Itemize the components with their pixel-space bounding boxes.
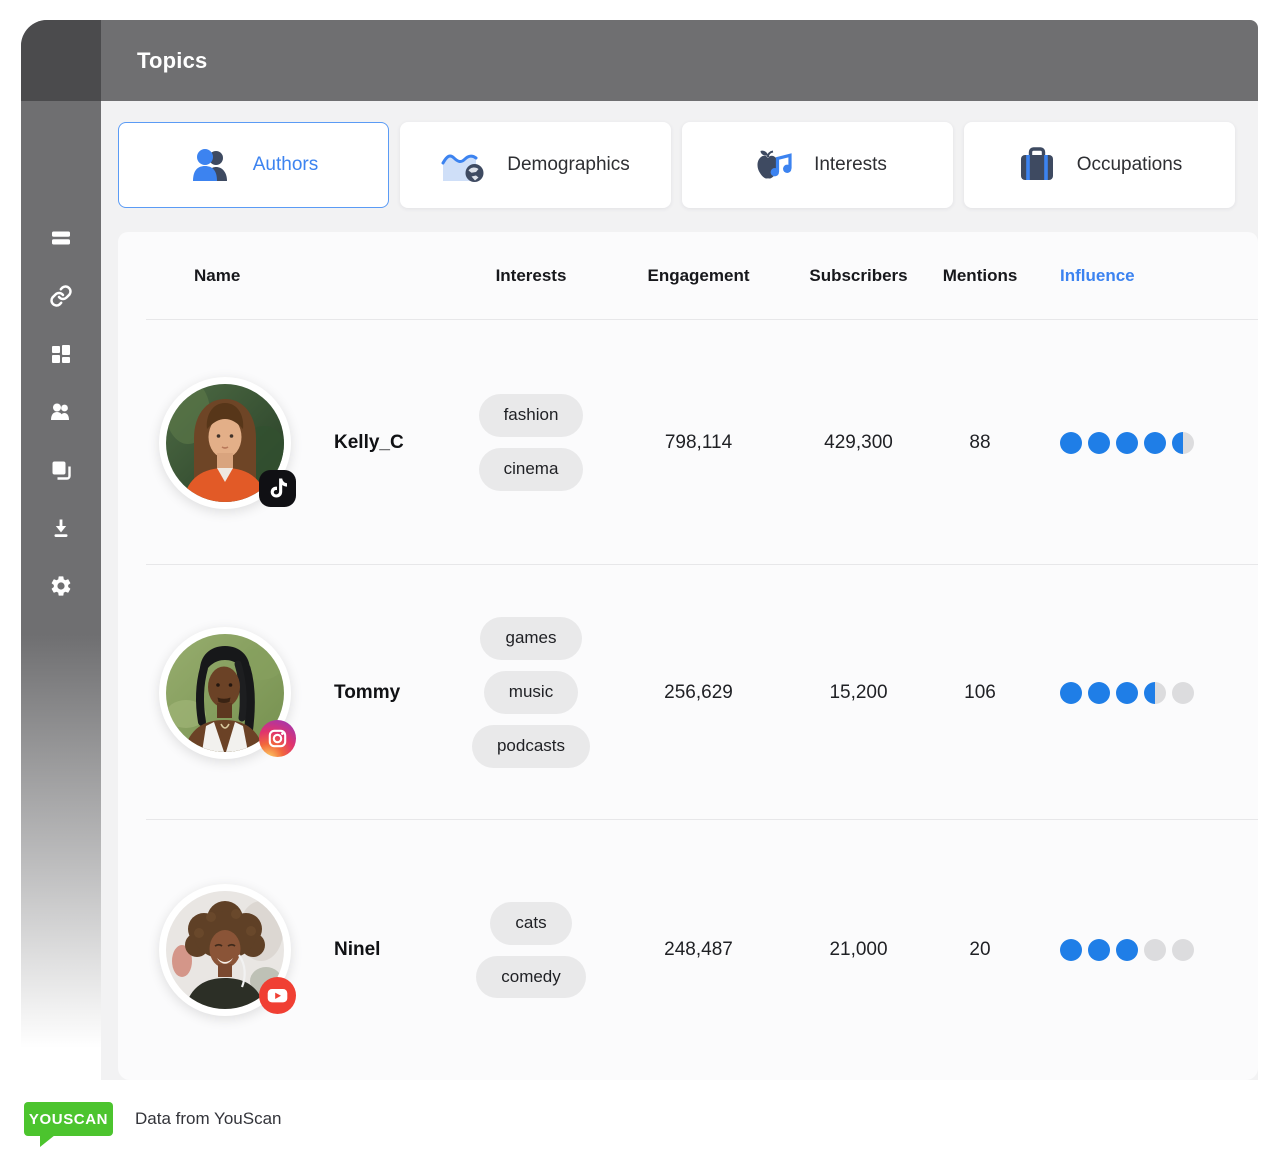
interest-tag[interactable]: comedy [476, 956, 586, 999]
menu-icon[interactable] [49, 226, 73, 250]
tab-label: Demographics [507, 154, 630, 176]
influence-dot [1088, 939, 1110, 961]
tab-authors[interactable]: Authors [118, 122, 389, 208]
avatar-cell [118, 377, 334, 509]
people-icon[interactable] [49, 400, 73, 424]
interest-tags: cats comedy [456, 902, 606, 998]
authors-icon [189, 147, 233, 183]
app-window: Topics Authors [21, 20, 1258, 1080]
authors-table: Name Interests Engagement Subscribers Me… [118, 232, 1258, 1080]
interest-tag[interactable]: podcasts [472, 725, 590, 768]
subscribers-value: 21,000 [791, 939, 926, 961]
influence-dot [1172, 432, 1194, 454]
interest-tag[interactable]: games [480, 617, 581, 660]
interest-tags: games music podcasts [456, 617, 606, 767]
copy-icon[interactable] [49, 458, 73, 482]
interests-icon [748, 146, 794, 184]
influence-dot [1116, 682, 1138, 704]
influence-dot [1088, 432, 1110, 454]
author-name[interactable]: Tommy [334, 682, 456, 704]
author-name[interactable]: Ninel [334, 939, 456, 961]
tab-demographics[interactable]: Demographics [400, 122, 671, 208]
interest-tag[interactable]: fashion [479, 394, 584, 437]
download-icon[interactable] [49, 516, 73, 540]
influence-dot [1172, 939, 1194, 961]
interest-tag[interactable]: cats [490, 902, 571, 945]
avatar[interactable] [159, 627, 291, 759]
influence-dot [1144, 682, 1166, 704]
influence-dot [1060, 939, 1082, 961]
tab-interests[interactable]: Interests [682, 122, 953, 208]
content-area: Authors Demographics [101, 101, 1258, 1080]
engagement-value: 248,487 [606, 939, 791, 961]
influence-rating [1034, 682, 1258, 704]
avatar-cell [118, 884, 334, 1016]
table-row[interactable]: Tommy games music podcasts 256,629 15,20… [118, 565, 1258, 820]
screen: Topics Authors [0, 0, 1280, 1164]
column-header-mentions[interactable]: Mentions [926, 266, 1034, 286]
influence-rating [1034, 939, 1258, 961]
occupations-icon [1017, 147, 1057, 183]
table-row[interactable]: Kelly_C fashion cinema 798,114 429,300 8… [118, 320, 1258, 565]
settings-gear-icon[interactable] [49, 574, 73, 598]
subscribers-value: 15,200 [791, 682, 926, 704]
table-header-row: Name Interests Engagement Subscribers Me… [118, 232, 1258, 320]
table-row[interactable]: Ninel cats comedy 248,487 21,000 20 [118, 820, 1258, 1080]
column-header-name[interactable]: Name [118, 266, 456, 286]
avatar-cell [118, 627, 334, 759]
tiktok-badge-icon [259, 470, 296, 507]
interest-tag[interactable]: cinema [479, 448, 584, 491]
avatar[interactable] [159, 884, 291, 1016]
influence-dot [1144, 432, 1166, 454]
influence-dot [1116, 432, 1138, 454]
interest-tags: fashion cinema [456, 394, 606, 490]
influence-dot [1060, 682, 1082, 704]
footer-caption: Data from YouScan [135, 1109, 281, 1129]
page-title: Topics [101, 48, 207, 74]
mentions-value: 88 [926, 432, 1034, 454]
subscribers-value: 429,300 [791, 432, 926, 454]
top-bar: Topics [101, 20, 1258, 101]
mentions-value: 20 [926, 939, 1034, 961]
tab-label: Authors [253, 154, 318, 176]
column-header-subscribers[interactable]: Subscribers [791, 266, 926, 286]
link-icon[interactable] [49, 284, 73, 308]
mentions-value: 106 [926, 682, 1034, 704]
column-header-engagement[interactable]: Engagement [606, 266, 791, 286]
sidebar-nav [21, 226, 101, 598]
youtube-badge-icon [259, 977, 296, 1014]
influence-dot [1088, 682, 1110, 704]
engagement-value: 798,114 [606, 432, 791, 454]
tab-occupations[interactable]: Occupations [964, 122, 1235, 208]
influence-rating [1034, 432, 1258, 454]
influence-dot [1172, 682, 1194, 704]
instagram-badge-icon [259, 720, 296, 757]
youscan-logo: YOUSCAN [24, 1102, 113, 1136]
engagement-value: 256,629 [606, 682, 791, 704]
influence-dot [1060, 432, 1082, 454]
footer: YOUSCAN Data from YouScan [24, 1102, 281, 1136]
sidebar-logo-area [21, 20, 101, 101]
influence-dot [1144, 939, 1166, 961]
influence-dot [1116, 939, 1138, 961]
dashboard-icon[interactable] [49, 342, 73, 366]
demographics-icon [441, 146, 487, 184]
column-header-interests[interactable]: Interests [456, 266, 606, 286]
sidebar [21, 20, 101, 1080]
tab-label: Interests [814, 154, 887, 176]
column-header-influence[interactable]: Influence [1034, 266, 1258, 286]
author-name[interactable]: Kelly_C [334, 432, 456, 454]
avatar[interactable] [159, 377, 291, 509]
tab-label: Occupations [1077, 154, 1183, 176]
tab-bar: Authors Demographics [118, 122, 1235, 208]
interest-tag[interactable]: music [484, 671, 578, 714]
